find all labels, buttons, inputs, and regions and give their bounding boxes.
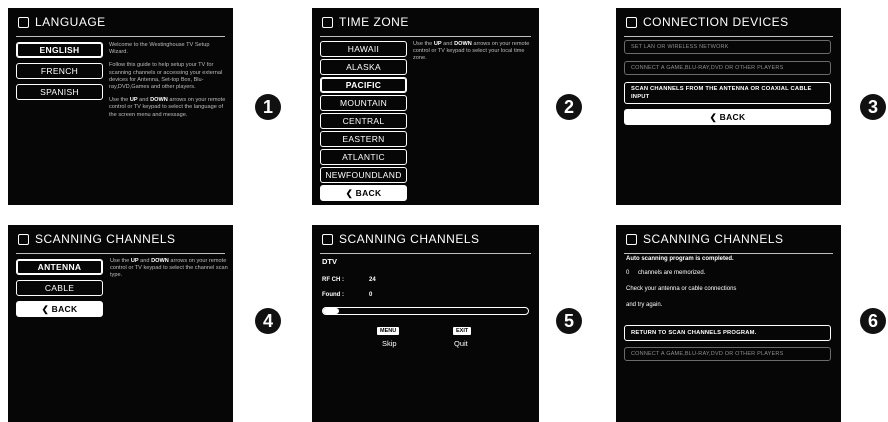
divider <box>624 253 833 254</box>
step-number-3: 3 <box>860 94 886 120</box>
skip-label: Skip <box>382 339 397 348</box>
step-number-5: 5 <box>556 308 582 334</box>
scan-progress-bar <box>322 307 529 315</box>
checkbox-icon <box>18 16 29 28</box>
rf-channel-value: 24 <box>369 277 376 283</box>
zone-eastern[interactable]: EASTERN <box>320 131 407 147</box>
connect-device-option[interactable]: CONNECT A GAME,BLU-RAY,DVD OR OTHER PLAY… <box>624 61 831 75</box>
zone-atlantic[interactable]: ATLANTIC <box>320 149 407 165</box>
zone-mountain[interactable]: MOUNTAIN <box>320 95 407 111</box>
divider <box>16 253 225 254</box>
step-number-1: 1 <box>255 94 281 120</box>
found-value: 0 <box>369 292 373 298</box>
checkbox-icon <box>18 233 29 245</box>
connect-device-option[interactable]: CONNECT A GAME,BLU-RAY,DVD OR OTHER PLAY… <box>624 347 831 361</box>
back-button[interactable]: ❮ BACK <box>16 301 103 317</box>
step-number-4: 4 <box>255 308 281 334</box>
quit-label: Quit <box>454 339 468 348</box>
zone-newfoundland[interactable]: NEWFOUNDLAND <box>320 167 407 183</box>
return-to-scan-option[interactable]: RETURN TO SCAN CHANNELS PROGRAM. <box>624 325 831 341</box>
scan-type-antenna[interactable]: ANTENNA <box>16 259 103 275</box>
channel-count: 0 <box>626 270 630 276</box>
screen-language: LANGUAGE ENGLISH FRENCH SPANISH Welcome … <box>8 8 233 205</box>
divider <box>320 36 531 37</box>
rf-channel-label: RF CH : <box>322 277 344 283</box>
screen-scan-complete: SCANNING CHANNELS Auto scanning program … <box>616 225 841 422</box>
screen-connection-devices: CONNECTION DEVICES SET LAN OR WIRELESS N… <box>616 8 841 205</box>
divider <box>320 253 531 254</box>
step-number-2: 2 <box>556 94 582 120</box>
back-button[interactable]: ❮ BACK <box>624 109 831 125</box>
divider <box>16 36 225 37</box>
try-again-text: and try again. <box>626 302 663 308</box>
help-text: Welcome to the Westinghouse TV Setup Wiz… <box>109 42 226 118</box>
help-text: Use the UP and DOWN arrows on your remot… <box>413 41 530 62</box>
completion-message: Auto scanning program is completed. <box>626 256 734 262</box>
zone-hawaii[interactable]: HAWAII <box>320 41 407 57</box>
chevron-left-icon: ❮ <box>41 304 52 314</box>
language-option-french[interactable]: FRENCH <box>16 63 103 79</box>
screen-title: SCANNING CHANNELS <box>322 232 480 246</box>
exit-key[interactable]: EXIT <box>453 327 472 335</box>
chevron-left-icon: ❮ <box>345 188 356 198</box>
step-number-6: 6 <box>860 308 886 334</box>
scan-channels-option[interactable]: SCAN CHANNELS FROM THE ANTENNA OR COAXIA… <box>624 82 831 104</box>
screen-title: TIME ZONE <box>322 15 409 29</box>
back-button[interactable]: ❮ BACK <box>320 185 407 201</box>
scan-type-cable[interactable]: CABLE <box>16 280 103 296</box>
channels-memorized-text: channels are memorized. <box>638 270 706 276</box>
zone-alaska[interactable]: ALASKA <box>320 59 407 75</box>
language-option-english[interactable]: ENGLISH <box>16 42 103 58</box>
checkbox-icon <box>322 16 333 28</box>
check-connections-text: Check your antenna or cable connections <box>626 286 737 292</box>
language-option-spanish[interactable]: SPANISH <box>16 84 103 100</box>
screen-time-zone: TIME ZONE HAWAII ALASKA PACIFIC MOUNTAIN… <box>312 8 539 205</box>
screen-scan-type: SCANNING CHANNELS ANTENNA CABLE ❮ BACK U… <box>8 225 233 422</box>
checkbox-icon <box>322 233 333 245</box>
found-label: Found : <box>322 292 344 298</box>
screen-title: SCANNING CHANNELS <box>626 232 784 246</box>
zone-central[interactable]: CENTRAL <box>320 113 407 129</box>
screen-title: LANGUAGE <box>18 15 106 29</box>
zone-pacific[interactable]: PACIFIC <box>320 77 407 93</box>
screen-scanning-progress: SCANNING CHANNELS DTV RF CH : 24 Found :… <box>312 225 539 422</box>
checkbox-icon <box>626 233 637 245</box>
checkbox-icon <box>626 16 637 28</box>
menu-key[interactable]: MENU <box>377 327 400 335</box>
help-text: Use the UP and DOWN arrows on your remot… <box>110 258 228 279</box>
divider <box>624 36 833 37</box>
set-network-option[interactable]: SET LAN OR WIRELESS NETWORK <box>624 40 831 54</box>
scan-progress-fill <box>323 308 340 314</box>
chevron-left-icon: ❮ <box>709 112 720 122</box>
screen-title: CONNECTION DEVICES <box>626 15 789 29</box>
screen-title: SCANNING CHANNELS <box>18 232 176 246</box>
scan-mode: DTV <box>322 257 337 266</box>
